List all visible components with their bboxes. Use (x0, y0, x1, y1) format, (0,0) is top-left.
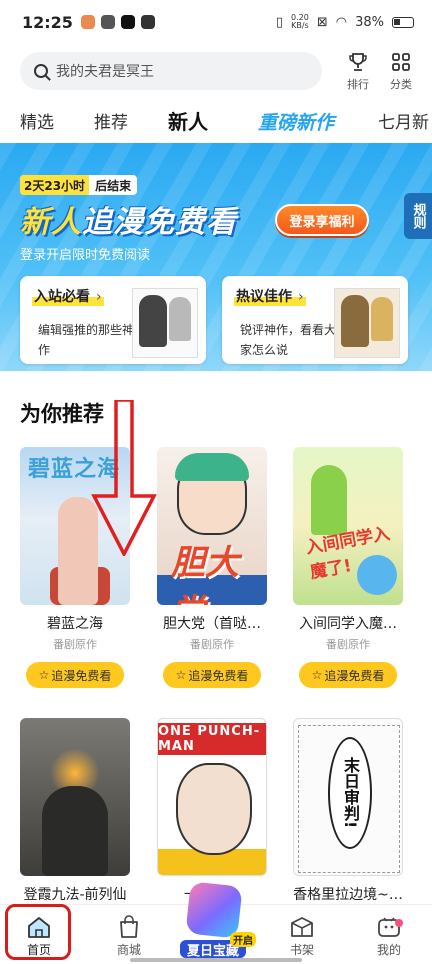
promo-thumbnail (334, 288, 400, 358)
nav-mall[interactable]: 商城 (99, 911, 159, 958)
search-row: 我的夫君是冥王 排行 分类 (0, 50, 432, 92)
search-input[interactable]: 我的夫君是冥王 (20, 52, 322, 90)
cover-title: 胆大党 (171, 543, 239, 605)
countdown-badge: 2天23小时 后结束 (20, 175, 138, 195)
promo-card-must-see[interactable]: 入站必看 编辑强推的那些神作 (20, 276, 206, 364)
treasure-tag: 开启 (230, 932, 256, 947)
battery-level: 38% (355, 14, 384, 30)
cover-title: ONE PUNCH-MAN (158, 723, 266, 755)
promo-title: 热议佳作 (234, 286, 306, 306)
search-icon (34, 64, 48, 78)
no-sim-icon: ⊠ (316, 14, 328, 30)
comic-card[interactable]: ONE PUNCH-MAN 一拳超人 (157, 718, 267, 904)
comic-card[interactable]: 胆大党 胆大党（首哒… 番剧原作 ☆追漫免费看 (157, 447, 267, 688)
tab-july-new[interactable]: 七月新 (378, 108, 429, 133)
cover-title: 末日审判! (328, 737, 372, 849)
rules-tab[interactable]: 规则 (404, 193, 432, 239)
star-icon: ☆ (311, 668, 323, 682)
follow-free-label: 追漫免费看 (324, 668, 385, 683)
ranking-button[interactable]: 排行 (338, 50, 378, 92)
banner-title-highlight: 新人 (20, 205, 82, 240)
nav-profile-label: 我的 (376, 943, 401, 957)
tiktok-icon (120, 15, 135, 29)
follow-free-button[interactable]: ☆ 追漫免费看 (26, 662, 124, 688)
comic-cover[interactable]: ONE PUNCH-MAN (157, 718, 267, 876)
countdown-time: 2天23小时 (20, 175, 90, 195)
notification-icons (80, 15, 155, 29)
battery-icon (392, 16, 414, 28)
comic-cover[interactable]: 入间同学入魔了! (293, 447, 403, 605)
countdown-suffix: 后结束 (95, 178, 132, 193)
comic-title: 登霞九法-前列仙 (23, 887, 127, 903)
star-icon: ☆ (175, 668, 187, 682)
newcomer-banner[interactable]: 2天23小时 后结束 新人追漫免费看 登录开启限时免费阅读 登录享福利 规则 入… (0, 143, 432, 371)
link-app-icon (100, 15, 115, 29)
status-right: ▯ 0.20 KB/s ⊠ ◠ 38% (276, 14, 414, 30)
summer-treasure-button[interactable]: 夏日宝藏 开启 (172, 880, 258, 964)
category-label: 分类 (390, 78, 412, 91)
nav-mall-label: 商城 (116, 943, 141, 957)
mail-app-icon (140, 15, 155, 29)
comic-cover[interactable] (20, 718, 130, 876)
tab-featured[interactable]: 精选 (20, 108, 54, 133)
red-arrow-annotation (91, 400, 157, 556)
comic-card[interactable]: 入间同学入魔了! 入间同学入魔… 番剧原作 ☆ 追漫免费看 (293, 447, 403, 688)
star-icon: ☆ (38, 668, 50, 682)
promo-desc: 锐评神作，看看大家怎么说 (240, 323, 337, 357)
comic-card[interactable]: 登霞九法-前列仙 (20, 718, 130, 904)
comic-title: 碧蓝之海 (47, 616, 103, 632)
net-speed: 0.20 KB/s (291, 14, 309, 30)
comic-card[interactable]: 末日审判! 香格里拉边境~… (293, 718, 403, 904)
follow-free-button[interactable]: ☆ 追漫免费看 (299, 662, 397, 688)
status-time: 12:25 (22, 12, 73, 32)
nav-bookshelf-label: 书架 (289, 943, 314, 957)
message-app-icon (80, 15, 95, 29)
tab-recommend[interactable]: 推荐 (94, 108, 128, 133)
wifi-icon: ◠ (335, 14, 348, 30)
home-indicator[interactable] (130, 958, 302, 962)
channel-tabs: 精选 推荐 新人 重磅新作 七月新 (0, 102, 432, 138)
category-button[interactable]: 分类 (381, 50, 421, 92)
comic-subtitle: 番剧原作 (53, 638, 97, 651)
home-highlight-annotation (5, 904, 71, 960)
treasure-gem-icon (185, 881, 243, 939)
comic-cover[interactable]: 末日审判! (293, 718, 403, 876)
ranking-label: 排行 (347, 78, 369, 91)
follow-free-button[interactable]: ☆ 追漫免费看 (163, 662, 261, 688)
grid-icon (392, 53, 410, 71)
banner-title-rest: 追漫免费看 (82, 205, 237, 240)
nav-bookshelf[interactable]: 书架 (272, 911, 332, 958)
trophy-icon (349, 53, 367, 71)
notification-dot (395, 919, 403, 927)
promo-card-hot-discussion[interactable]: 热议佳作 锐评神作，看看大家怎么说 (222, 276, 408, 364)
promo-desc: 编辑强推的那些神作 (38, 323, 135, 357)
comic-subtitle: 番剧原作 (326, 638, 370, 651)
comic-title: 香格里拉边境~… (293, 887, 403, 903)
vibrate-icon: ▯ (275, 14, 284, 30)
promo-thumbnail (132, 288, 198, 358)
comic-cover[interactable]: 胆大党 (157, 447, 267, 605)
net-speed-unit: KB/s (291, 21, 309, 30)
tab-newcomer[interactable]: 新人 (168, 106, 208, 135)
comic-subtitle: 番剧原作 (190, 638, 234, 651)
banner-title: 新人追漫免费看 (20, 197, 237, 241)
promo-title: 入站必看 (32, 286, 104, 306)
comic-title: 胆大党（首哒… (163, 616, 261, 632)
follow-free-label: 追漫免费看 (188, 668, 249, 683)
bookshelf-icon (291, 917, 313, 937)
tab-blockbuster-new[interactable]: 重磅新作 (258, 108, 334, 135)
follow-free-label: 追漫免费看 (51, 668, 112, 683)
login-reward-button[interactable]: 登录享福利 (275, 204, 369, 236)
nav-profile[interactable]: 我的 (359, 911, 419, 958)
search-placeholder: 我的夫君是冥王 (56, 64, 154, 80)
shopping-bag-icon (120, 915, 138, 938)
comic-title: 入间同学入魔… (299, 616, 397, 632)
status-bar: 12:25 ▯ 0.20 KB/s ⊠ ◠ 38% (0, 0, 432, 44)
banner-subtitle: 登录开启限时免费阅读 (20, 248, 151, 263)
